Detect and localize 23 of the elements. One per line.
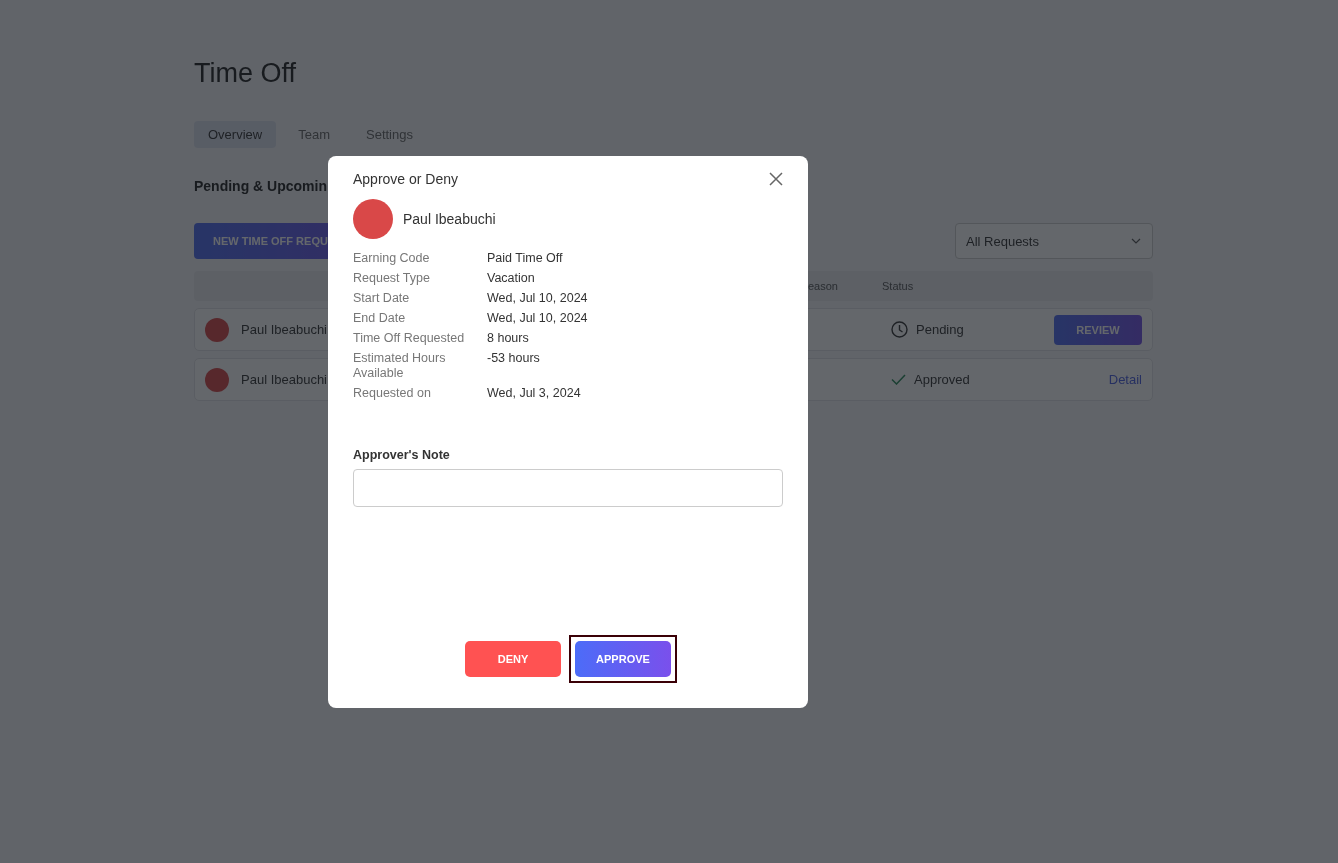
detail-label: Earning Code bbox=[353, 251, 431, 266]
detail-label: Time Off Requested bbox=[353, 331, 466, 346]
section-title: Pending & Upcomin bbox=[194, 178, 327, 194]
employee-name: Paul Ibeabuchi bbox=[241, 372, 327, 387]
page-title: Time Off bbox=[194, 58, 297, 89]
detail-label: Request Type bbox=[353, 271, 431, 286]
detail-value: 8 hours bbox=[487, 331, 530, 346]
detail-value: Wed, Jul 10, 2024 bbox=[487, 291, 589, 306]
detail-value: Paid Time Off bbox=[487, 251, 564, 266]
employee-name: Paul Ibeabuchi bbox=[241, 322, 327, 337]
detail-label: Estimated Hours Available bbox=[353, 351, 447, 381]
detail-value: -53 hours bbox=[487, 351, 541, 367]
detail-value: Wed, Jul 10, 2024 bbox=[487, 311, 589, 326]
detail-label: End Date bbox=[353, 311, 407, 326]
detail-label: Start Date bbox=[353, 291, 411, 306]
dialog-title: Approve or Deny bbox=[353, 171, 459, 187]
employee-name: Paul Ibeabuchi bbox=[403, 211, 496, 227]
detail-value: Wed, Jul 3, 2024 bbox=[487, 386, 582, 401]
detail-label: Requested on bbox=[353, 386, 432, 401]
status-text: Approved bbox=[914, 372, 970, 387]
detail-value: Vacation bbox=[487, 271, 536, 286]
status-text: Pending bbox=[916, 322, 964, 337]
note-label: Approver's Note bbox=[353, 448, 451, 462]
